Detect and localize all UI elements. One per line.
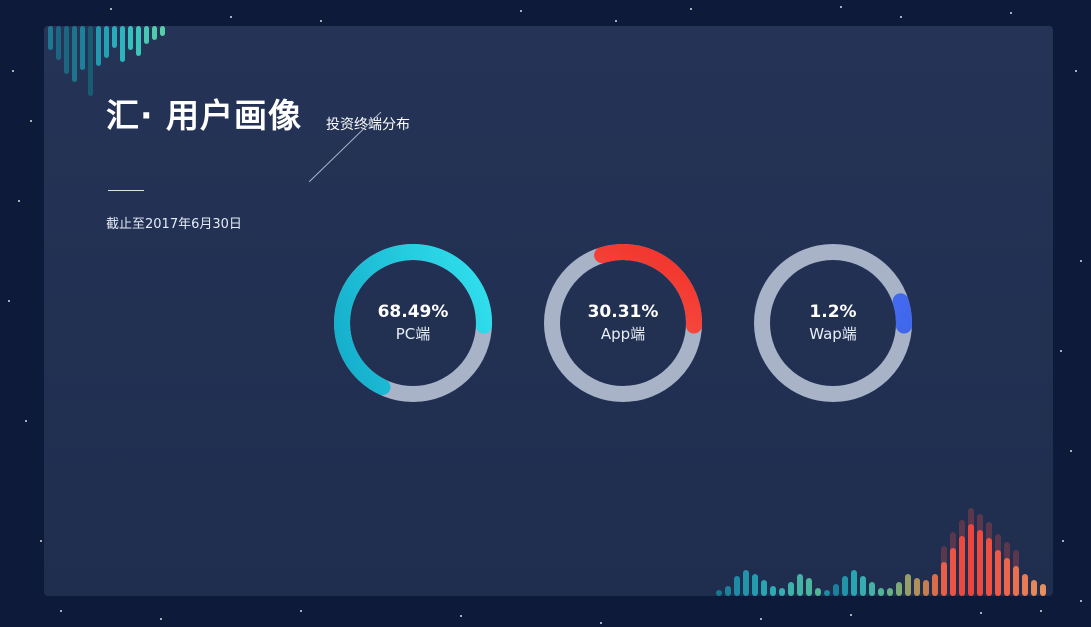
ring-label: PC端: [395, 325, 431, 343]
equalizer-bar: [842, 576, 848, 596]
equalizer-bar: [56, 26, 61, 60]
ring-label: App端: [600, 325, 646, 343]
equalizer-bar: [905, 574, 911, 596]
star-dot: [850, 614, 852, 616]
equalizer-bar: [941, 562, 947, 596]
equalizer-bar: [797, 574, 803, 596]
star-dot: [980, 612, 982, 614]
star-dot: [40, 540, 42, 542]
star-dot: [840, 6, 842, 8]
equalizer-bar: [986, 538, 992, 596]
equalizer-bar: [824, 590, 830, 596]
equalizer-bar: [878, 588, 884, 596]
ring-value: 30.31%: [587, 302, 659, 322]
equalizer-bar: [734, 576, 740, 596]
star-dot: [615, 20, 617, 22]
star-dot: [110, 8, 112, 10]
equalizer-bar: [64, 26, 69, 74]
equalizer-bar: [1022, 574, 1028, 596]
ring-value: 1.2%: [809, 302, 857, 322]
star-dot: [60, 610, 62, 612]
equalizer-bar: [815, 588, 821, 596]
star-dot: [1060, 350, 1062, 352]
page-title: 汇· 用户画像: [106, 96, 303, 135]
ring-label: Wap端: [809, 325, 857, 343]
equalizer-bar: [779, 588, 785, 596]
equalizer-bar: [120, 26, 125, 62]
equalizer-bar: [833, 584, 839, 596]
star-dot: [1080, 600, 1082, 602]
equalizer-bar: [160, 26, 165, 36]
ring-chart-wap: 1.2% Wap端: [748, 238, 918, 408]
ring-chart-app: 30.31% App端: [538, 238, 708, 408]
star-dot: [8, 300, 10, 302]
star-dot: [300, 610, 302, 612]
star-dot: [1010, 12, 1012, 14]
star-dot: [25, 420, 27, 422]
equalizer-bar: [104, 26, 109, 58]
equalizer-bar: [896, 582, 902, 596]
star-dot: [760, 618, 762, 620]
equalizer-bar: [48, 26, 53, 50]
star-dot: [460, 615, 462, 617]
equalizer-bar: [136, 26, 141, 56]
star-dot: [160, 618, 162, 620]
star-dot: [690, 8, 692, 10]
decorative-slash-line: [309, 112, 382, 182]
star-dot: [1075, 70, 1077, 72]
equalizer-bar: [1031, 580, 1037, 596]
equalizer-bar: [788, 582, 794, 596]
equalizer-bar: [860, 576, 866, 596]
star-dot: [600, 622, 602, 624]
equalizer-bar: [80, 26, 85, 70]
equalizer-bar: [144, 26, 149, 44]
equalizer-bar: [968, 524, 974, 596]
main-panel: 汇· 用户画像 投资终端分布 截止至2017年6月30日 68.49% PC端 …: [44, 26, 1053, 596]
star-dot: [320, 20, 322, 22]
equalizer-bar: [887, 588, 893, 596]
equalizer-bar: [725, 586, 731, 596]
ring-chart-pc: 68.49% PC端: [328, 238, 498, 408]
equalizer-bar: [96, 26, 101, 66]
equalizer-bar: [932, 574, 938, 596]
equalizer-bar: [851, 570, 857, 596]
equalizer-bar: [743, 570, 749, 596]
equalizer-bar: [128, 26, 133, 50]
equalizer-bar: [923, 580, 929, 596]
star-dot: [18, 200, 20, 202]
equalizer-bar: [88, 26, 93, 96]
star-dot: [230, 16, 232, 18]
star-dot: [12, 70, 14, 72]
equalizer-bar: [977, 530, 983, 596]
ring-value: 68.49%: [377, 302, 449, 322]
star-dot: [1070, 450, 1072, 452]
star-dot: [1080, 260, 1082, 262]
equalizer-bar: [1040, 584, 1046, 596]
star-dot: [520, 10, 522, 12]
equalizer-bar: [72, 26, 77, 82]
equalizer-bar: [716, 590, 722, 596]
equalizer-bar: [950, 548, 956, 596]
title-divider: [108, 190, 144, 191]
equalizer-bar: [914, 578, 920, 596]
equalizer-bar: [806, 578, 812, 596]
star-dot: [900, 16, 902, 18]
equalizer-bar: [112, 26, 117, 48]
equalizer-bar: [959, 536, 965, 596]
equalizer-bar: [1013, 566, 1019, 596]
equalizer-bar: [869, 582, 875, 596]
date-label: 截止至2017年6月30日: [106, 217, 242, 232]
top-equalizer-decoration-icon: [48, 26, 165, 96]
bottom-equalizer-decoration-icon: [716, 508, 1046, 596]
star-dot: [1062, 540, 1064, 542]
star-dot: [1040, 610, 1042, 612]
equalizer-bar: [761, 580, 767, 596]
equalizer-bar: [152, 26, 157, 40]
equalizer-bar: [752, 574, 758, 596]
star-dot: [30, 120, 32, 122]
equalizer-bar: [770, 586, 776, 596]
equalizer-bar: [995, 550, 1001, 596]
equalizer-bar: [1004, 558, 1010, 596]
